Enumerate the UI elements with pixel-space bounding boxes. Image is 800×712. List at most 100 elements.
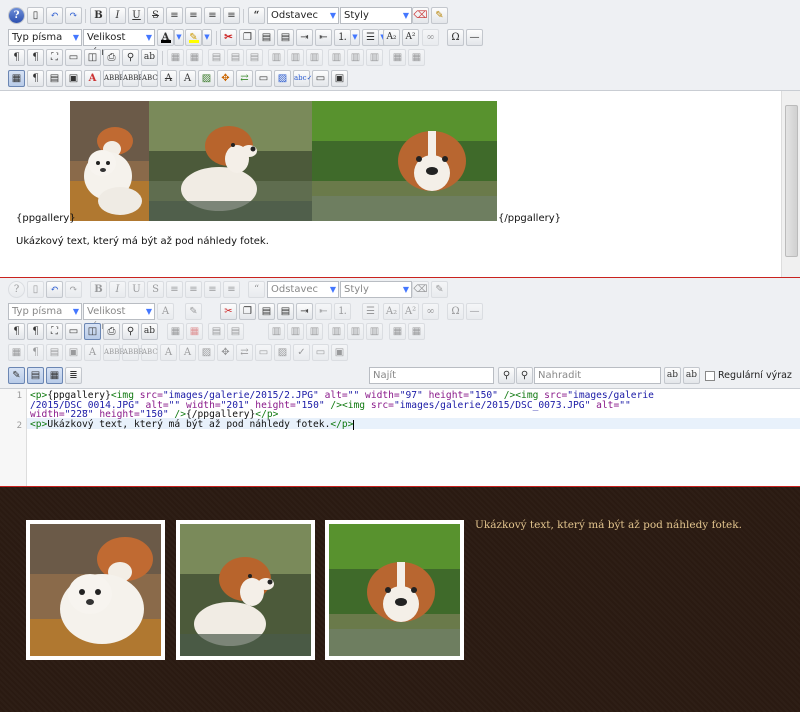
blockquote-icon[interactable]: “ [248, 7, 265, 24]
format-select[interactable]: Odstavec ▼ [267, 281, 339, 298]
media-icon[interactable]: ▣ [331, 344, 348, 361]
cite-icon[interactable]: ABC [141, 70, 158, 87]
font-family-select[interactable]: Typ písma ▼ [8, 303, 82, 320]
ordered-list-icon[interactable]: ⒈ [334, 29, 351, 46]
link-icon[interactable]: ∞ [422, 303, 439, 320]
merge-cells-icon[interactable]: ▥ [347, 49, 364, 66]
styles-select[interactable]: Styly ▼ [340, 7, 412, 24]
table-grid-icon[interactable]: ▦ [389, 49, 406, 66]
subscript-icon[interactable]: A₂ [383, 29, 400, 46]
redo-icon[interactable]: ↷ [65, 281, 82, 298]
insert-image-icon[interactable]: ▨ [274, 344, 291, 361]
gallery-photo-1[interactable] [70, 101, 149, 221]
format-code-icon[interactable]: ≣ [65, 367, 82, 384]
split-cells-icon[interactable]: ▥ [328, 49, 345, 66]
blockquote-icon[interactable]: “ [248, 281, 265, 298]
insertion-icon[interactable]: A [179, 344, 196, 361]
find-input[interactable]: Najít [369, 367, 494, 384]
underline-button[interactable]: U [128, 281, 145, 298]
ordered-list-icon[interactable]: ⒈ [334, 303, 351, 320]
replace-icon[interactable]: ab [141, 49, 158, 66]
align-right-icon[interactable]: ≡ [223, 281, 240, 298]
wrap-mode-icon[interactable]: ▤ [27, 367, 44, 384]
underline-button[interactable]: U [128, 7, 145, 24]
cut-icon[interactable]: ✂ [220, 29, 237, 46]
indent-icon[interactable]: ⇥ [296, 29, 313, 46]
table-props-icon[interactable]: ▦ [186, 49, 203, 66]
cell-props-icon[interactable]: ▥ [366, 323, 383, 340]
clean-up-brush-icon[interactable]: ✎ [431, 281, 448, 298]
editor-content-area[interactable]: {ppgallery} {/ppgallery} Ukázkový text, … [0, 91, 780, 277]
row-after-icon[interactable]: ▤ [227, 323, 244, 340]
merge-cells-icon[interactable]: ▥ [347, 323, 364, 340]
table-props-icon[interactable]: ▦ [186, 323, 203, 340]
italic-button[interactable]: I [109, 7, 126, 24]
insert-image-icon[interactable]: ▨ [274, 70, 291, 87]
cell-props-icon[interactable]: ▥ [366, 49, 383, 66]
help-icon[interactable]: ? [8, 281, 25, 298]
strikethrough-button[interactable]: S [147, 281, 164, 298]
superscript-icon[interactable]: A² [402, 29, 419, 46]
horizontal-rule-icon[interactable]: — [466, 303, 483, 320]
print-icon[interactable]: ⎙ [103, 323, 120, 340]
visual-aid-icon[interactable]: ▦ [8, 344, 25, 361]
styles-select[interactable]: Styly ▼ [340, 281, 412, 298]
layer-icon[interactable]: ▭ [255, 344, 272, 361]
redo-icon[interactable]: ↷ [65, 7, 82, 24]
find-icon[interactable]: ⚲ [122, 49, 139, 66]
insert-date-icon[interactable]: ▣ [65, 70, 82, 87]
text-color-icon[interactable]: A [157, 29, 174, 46]
col-after-icon[interactable]: ▥ [287, 323, 304, 340]
image-icon[interactable]: ▨ [198, 344, 215, 361]
replace-one-icon[interactable]: ab [664, 367, 681, 384]
spellcheck-icon[interactable]: abc✓ [293, 70, 312, 87]
ordered-list-dropdown[interactable]: ▼ [350, 29, 360, 46]
insert-date-icon[interactable]: ▣ [65, 344, 82, 361]
move-icon[interactable]: ✥ [217, 70, 234, 87]
rtl-icon[interactable]: ¶ [27, 323, 44, 340]
find-all-icon[interactable]: ⚲ [516, 367, 533, 384]
superscript-icon[interactable]: A² [402, 303, 419, 320]
media-icon[interactable]: ▣ [331, 70, 348, 87]
template-icon[interactable]: ▤ [46, 344, 63, 361]
source-code-icon[interactable]: ◫ [84, 49, 101, 66]
page-break-icon[interactable]: ▭ [312, 70, 329, 87]
regex-checkbox[interactable] [705, 371, 715, 381]
delete-col-icon[interactable]: ▥ [306, 49, 323, 66]
spellcheck-icon[interactable]: ✓ [293, 344, 310, 361]
acronym-icon[interactable]: ABBR [122, 70, 144, 87]
remove-format-icon[interactable]: ⌫ [412, 281, 429, 298]
replace-all-icon[interactable]: ab [683, 367, 700, 384]
paste-icon[interactable]: ▤ [258, 29, 275, 46]
replace-icon[interactable]: ab [141, 323, 158, 340]
clean-up-brush-icon[interactable]: ✎ [431, 7, 448, 24]
new-document-icon[interactable]: ▯ [27, 7, 44, 24]
find-next-icon[interactable]: ⚲ [498, 367, 515, 384]
outdent-icon[interactable]: ⇤ [315, 303, 332, 320]
align-justify-icon[interactable]: ≡ [166, 281, 183, 298]
code-editor[interactable]: 1 2 <p>{ppgallery}<img src="images/galer… [0, 389, 800, 486]
layer-forward-icon[interactable]: ⇄ [236, 344, 253, 361]
code-mode-icon[interactable]: ✎ [8, 367, 25, 384]
preview-icon[interactable]: ▭ [65, 323, 82, 340]
bold-button[interactable]: B [90, 7, 107, 24]
table-delete-icon[interactable]: ▦ [408, 49, 425, 66]
col-after-icon[interactable]: ▥ [287, 49, 304, 66]
align-left-icon[interactable]: ≡ [204, 281, 221, 298]
insert-table-icon[interactable]: ▦ [167, 49, 184, 66]
italic-button[interactable]: I [109, 281, 126, 298]
move-icon[interactable]: ✥ [217, 344, 234, 361]
delete-col-icon[interactable]: ▥ [306, 323, 323, 340]
ltr-icon[interactable]: ¶ [8, 323, 25, 340]
paste-text-icon[interactable]: ▤ [277, 29, 294, 46]
col-before-icon[interactable]: ▥ [268, 323, 285, 340]
row-before-icon[interactable]: ▤ [208, 49, 225, 66]
outdent-icon[interactable]: ⇤ [315, 29, 332, 46]
show-blocks-icon[interactable]: ¶ [27, 70, 44, 87]
undo-icon[interactable]: ↶ [46, 7, 63, 24]
col-before-icon[interactable]: ▥ [268, 49, 285, 66]
horizontal-rule-icon[interactable]: — [466, 29, 483, 46]
indent-icon[interactable]: ⇥ [296, 303, 313, 320]
fullscreen-icon[interactable]: ⛶ [46, 323, 63, 340]
text-color-dropdown[interactable]: ▼ [174, 29, 184, 46]
